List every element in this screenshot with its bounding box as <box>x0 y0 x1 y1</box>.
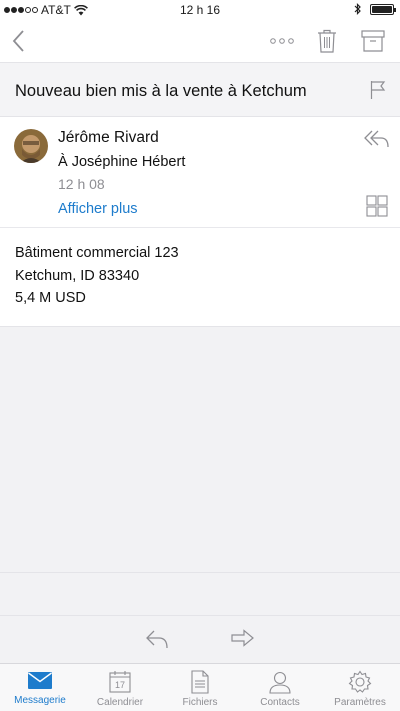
more-icon <box>270 38 294 44</box>
apps-grid-icon <box>366 195 388 217</box>
reply-button[interactable] <box>364 129 390 154</box>
status-right <box>354 3 396 15</box>
recipient-line[interactable]: À Joséphine Hébert <box>58 154 185 170</box>
body-line: Bâtiment commercial 123 <box>15 245 179 261</box>
delete-button[interactable] <box>312 20 342 62</box>
sender-name[interactable]: Jérôme Rivard <box>58 129 159 147</box>
back-button[interactable] <box>4 20 34 62</box>
body-line: 5,4 M USD <box>15 290 86 306</box>
status-time: 12 h 16 <box>179 3 221 17</box>
tab-contacts[interactable]: Contacts <box>240 664 320 711</box>
avatar[interactable] <box>14 129 48 163</box>
archive-button[interactable] <box>358 20 388 62</box>
battery-icon <box>370 3 396 15</box>
body-line: Ketchum, ID 83340 <box>15 267 140 284</box>
file-icon <box>191 670 209 694</box>
chevron-left-icon <box>12 30 24 52</box>
addins-button[interactable] <box>366 195 388 222</box>
tab-mail[interactable]: Messagerie <box>0 664 80 711</box>
message-body: Bâtiment commercial 123 Ketchum, ID 8334… <box>15 242 179 310</box>
gear-icon <box>348 670 372 693</box>
tab-label: Calendrier <box>96 697 144 708</box>
message-subject: Nouveau bien mis à la vente à Ketchum <box>15 82 307 100</box>
tab-label: Fichiers <box>182 697 218 708</box>
archive-icon <box>361 30 385 52</box>
tab-bar: Messagerie 17 Calendrier Fichiers Contac… <box>0 663 400 711</box>
arrow-back-icon <box>146 630 168 649</box>
message-time: 12 h 08 <box>58 176 105 192</box>
status-bar: AT&T 12 h 16 <box>0 0 400 20</box>
trash-icon <box>318 29 336 53</box>
message-card: Jérôme Rivard À Joséphine Hébert 12 h 08… <box>0 117 400 327</box>
bluetooth-icon <box>354 3 361 15</box>
more-button[interactable] <box>266 20 298 62</box>
message-toolbar <box>0 20 400 62</box>
arrow-forward-icon <box>231 629 254 647</box>
mail-icon <box>28 672 52 689</box>
svg-text:17: 17 <box>115 680 125 690</box>
message-navigation <box>0 615 400 663</box>
show-more-link[interactable]: Afficher plus <box>58 201 138 217</box>
previous-message-button[interactable] <box>145 628 169 655</box>
person-icon <box>269 671 291 694</box>
tab-files[interactable]: Fichiers <box>160 664 240 711</box>
tab-calendar[interactable]: 17 Calendrier <box>80 664 160 711</box>
next-message-button[interactable] <box>231 628 255 655</box>
tab-label: Contacts <box>260 697 300 708</box>
separator-strip <box>0 572 400 615</box>
tab-label: Paramètres <box>334 697 386 708</box>
header-body-divider <box>0 227 400 228</box>
calendar-icon: 17 <box>109 671 131 693</box>
reply-all-icon <box>364 130 389 148</box>
flag-icon <box>370 81 386 99</box>
tab-label: Messagerie <box>14 695 66 706</box>
tab-settings[interactable]: Paramètres <box>320 664 400 711</box>
flag-button[interactable] <box>370 80 386 105</box>
subject-bar: Nouveau bien mis à la vente à Ketchum <box>0 62 400 117</box>
